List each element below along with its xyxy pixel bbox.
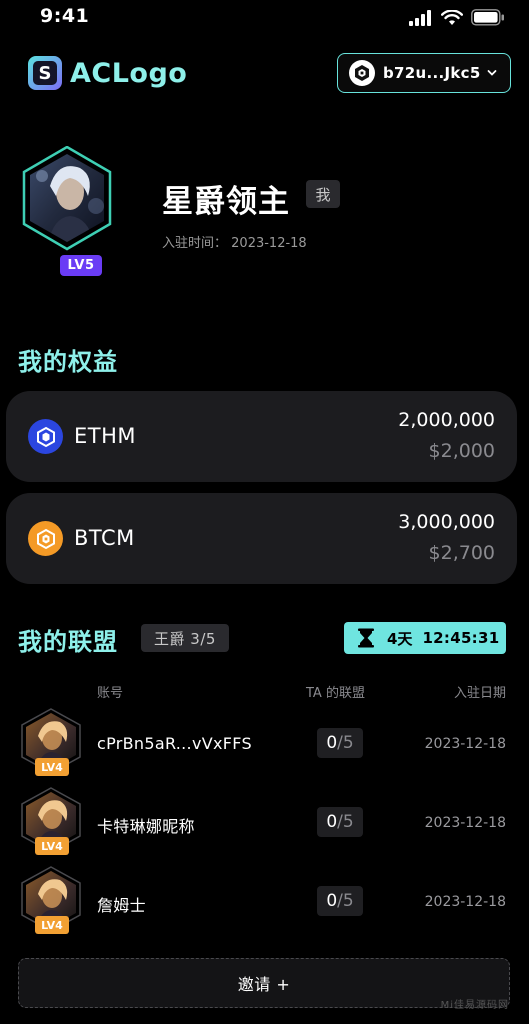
signal-icon	[409, 9, 431, 26]
member-level-badge: LV4	[35, 916, 69, 934]
column-account: 账号	[97, 686, 124, 701]
column-ta-alliance: TA 的联盟	[306, 686, 365, 701]
asset-name: ETHM	[74, 424, 137, 448]
member-level-badge: LV4	[35, 837, 69, 855]
member-name: cPrBn5aR...vVxFFS	[97, 734, 252, 753]
rank-tag: 王爵 3/5	[141, 624, 229, 652]
timer-days: 4天	[387, 629, 413, 648]
status-bar: 9:41	[0, 0, 529, 36]
member-name: 卡特琳娜昵称	[97, 817, 195, 836]
asset-amount: 2,000,000	[398, 409, 495, 431]
asset-usd-value: $2,700	[428, 542, 495, 564]
asset-usd-value: $2,000	[428, 440, 495, 462]
ethm-coin-icon	[28, 419, 63, 454]
logo-icon: S	[28, 56, 62, 90]
wallet-address-button[interactable]: b72u...Jkc5	[337, 53, 511, 93]
wallet-address: b72u...Jkc5	[383, 64, 481, 82]
join-date-label: 入驻时间：	[162, 236, 228, 251]
watermark: Mi佳易源码网	[440, 1000, 509, 1011]
status-icons	[409, 9, 505, 26]
asset-name: BTCM	[74, 526, 135, 550]
join-date-value: 2023-12-18	[231, 236, 307, 251]
timer-clock: 12:45:31	[422, 629, 500, 647]
status-time: 9:41	[40, 5, 90, 27]
member-alliance-count: 0/5	[317, 728, 363, 758]
wallet-avatar-icon	[349, 60, 375, 86]
member-row[interactable]: LV4 卡特琳娜昵称 0/5 2023-12-18	[0, 787, 529, 859]
logo-text: ACLogo	[70, 57, 188, 89]
countdown-timer: 4天 12:45:31	[344, 622, 506, 654]
member-alliance-count: 0/5	[317, 886, 363, 916]
asset-card-ethm[interactable]: ETHM 2,000,000 $2,000	[6, 391, 517, 482]
member-alliance-count: 0/5	[317, 807, 363, 837]
member-join-date: 2023-12-18	[424, 894, 506, 910]
asset-amount: 3,000,000	[398, 511, 495, 533]
profile-name: 星爵领主	[162, 184, 290, 220]
member-row[interactable]: LV4 cPrBn5aR...vVxFFS 0/5 2023-12-18	[0, 708, 529, 780]
wifi-icon	[441, 9, 463, 25]
join-date-row: 入驻时间： 2023-12-18	[162, 232, 307, 251]
alliance-title: 我的联盟	[18, 628, 118, 656]
me-tag: 我	[306, 180, 340, 208]
chevron-down-icon	[487, 70, 496, 76]
invite-button[interactable]: 邀请 +	[18, 958, 510, 1008]
hourglass-icon	[358, 628, 374, 648]
battery-icon	[471, 9, 504, 26]
benefits-title: 我的权益	[18, 348, 118, 376]
member-join-date: 2023-12-18	[424, 736, 506, 752]
app-logo: S ACLogo	[28, 56, 187, 90]
btcm-coin-icon	[28, 521, 63, 556]
member-level-badge: LV4	[35, 758, 69, 776]
profile-level-badge: LV5	[60, 255, 102, 276]
member-join-date: 2023-12-18	[424, 815, 506, 831]
profile-avatar[interactable]	[22, 146, 112, 251]
member-name: 詹姆士	[97, 896, 146, 915]
member-row[interactable]: LV4 詹姆士 0/5 2023-12-18	[0, 866, 529, 938]
asset-card-btcm[interactable]: BTCM 3,000,000 $2,700	[6, 493, 517, 584]
column-join-date: 入驻日期	[453, 686, 506, 701]
